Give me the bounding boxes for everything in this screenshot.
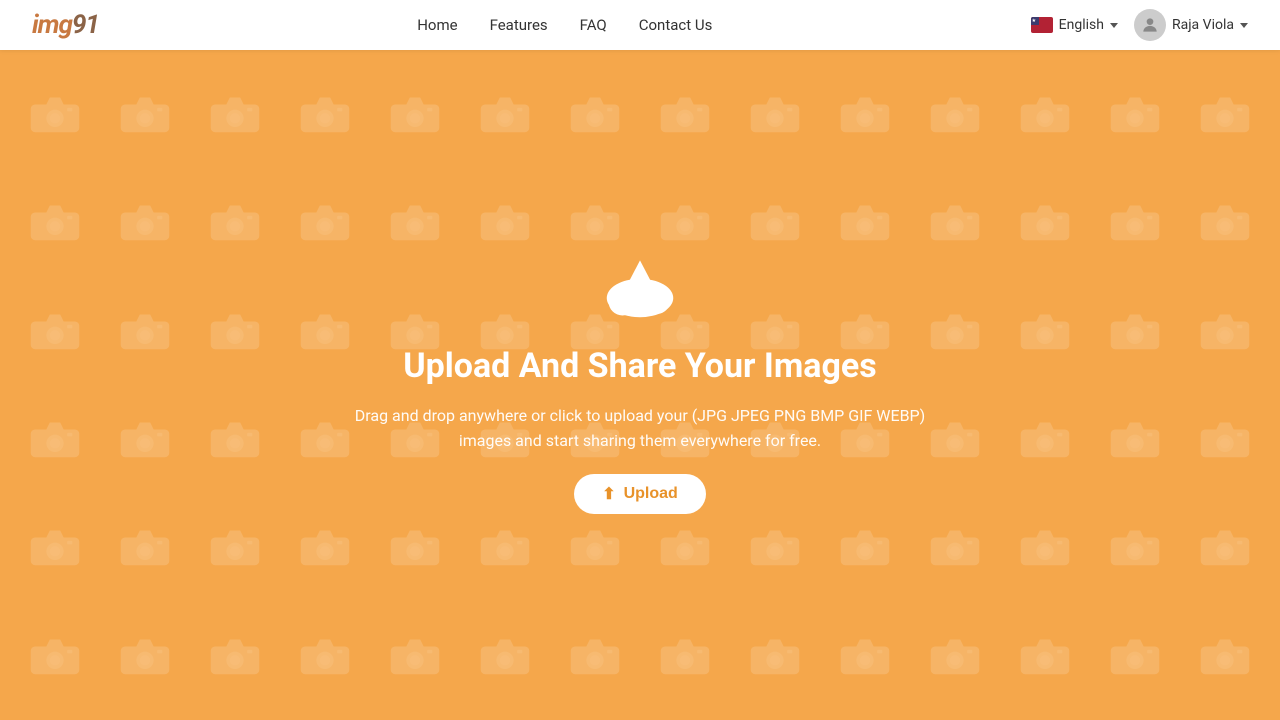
camera-bg-icon [1180,385,1270,493]
camera-bg-icon [190,602,280,710]
hero-section: Upload And Share Your Images Drag and dr… [0,50,1280,720]
navbar: img91 Home Features FAQ Contact Us Engli… [0,0,1280,50]
camera-bg-icon [820,60,910,168]
camera-bg-icon [190,277,280,385]
upload-cloud-icon [595,256,685,326]
camera-bg-icon [1090,493,1180,601]
camera-bg-icon [820,602,910,710]
nav-home[interactable]: Home [417,16,457,34]
camera-bg-icon [370,602,460,710]
nav-contact[interactable]: Contact Us [639,16,713,34]
upload-icon: ⬆ [602,484,615,504]
camera-bg-icon [1180,168,1270,276]
camera-bg-icon [280,602,370,710]
chevron-down-icon [1110,23,1118,28]
camera-bg-icon [100,493,190,601]
camera-bg-icon [100,60,190,168]
camera-bg-icon [10,277,100,385]
camera-bg-icon [730,60,820,168]
camera-bg-icon [1000,493,1090,601]
camera-bg-icon [1180,602,1270,710]
camera-bg-icon [370,60,460,168]
camera-bg-icon [460,602,550,710]
camera-bg-icon [640,60,730,168]
hero-subtitle: Drag and drop anywhere or click to uploa… [330,403,950,454]
camera-bg-icon [100,277,190,385]
camera-bg-icon [10,60,100,168]
camera-bg-icon [100,168,190,276]
camera-bg-icon [10,385,100,493]
nav-right: English Raja Viola [1031,9,1248,41]
camera-bg-icon [640,602,730,710]
camera-bg-icon [190,168,280,276]
camera-bg-icon [1000,60,1090,168]
camera-bg-icon [910,60,1000,168]
upload-button[interactable]: ⬆ Upload [574,474,706,514]
camera-bg-icon [550,60,640,168]
avatar [1134,9,1166,41]
camera-bg-icon [100,385,190,493]
camera-bg-icon [1000,602,1090,710]
camera-bg-icon [550,602,640,710]
camera-bg-icon [10,602,100,710]
camera-bg-icon [190,385,280,493]
camera-bg-icon [1000,385,1090,493]
nav-links: Home Features FAQ Contact Us [417,16,712,34]
language-label: English [1059,17,1104,33]
logo: img91 [32,10,99,40]
user-name: Raja Viola [1172,17,1234,33]
camera-bg-icon [100,602,190,710]
camera-bg-icon [1090,277,1180,385]
camera-bg-icon [1000,168,1090,276]
upload-button-label: Upload [624,485,678,503]
camera-bg-icon [1090,385,1180,493]
camera-bg-icon [1180,60,1270,168]
camera-bg-icon [10,168,100,276]
flag-icon [1031,17,1053,33]
nav-features[interactable]: Features [490,16,548,34]
camera-bg-icon [910,602,1000,710]
camera-bg-icon [1000,277,1090,385]
camera-bg-icon [280,60,370,168]
camera-bg-icon [730,602,820,710]
user-avatar-icon [1140,15,1160,35]
camera-bg-icon [1090,60,1180,168]
hero-content: Upload And Share Your Images Drag and dr… [330,256,950,514]
user-chevron-icon [1240,23,1248,28]
hero-title: Upload And Share Your Images [403,346,877,387]
camera-bg-icon [190,60,280,168]
camera-bg-icon [1180,493,1270,601]
camera-bg-icon [460,60,550,168]
camera-bg-icon [10,493,100,601]
camera-bg-icon [1180,277,1270,385]
language-selector[interactable]: English [1031,17,1118,33]
camera-bg-icon [1090,168,1180,276]
user-menu[interactable]: Raja Viola [1134,9,1248,41]
camera-bg-icon [190,493,280,601]
camera-bg-icon [1090,602,1180,710]
nav-faq[interactable]: FAQ [580,16,607,34]
